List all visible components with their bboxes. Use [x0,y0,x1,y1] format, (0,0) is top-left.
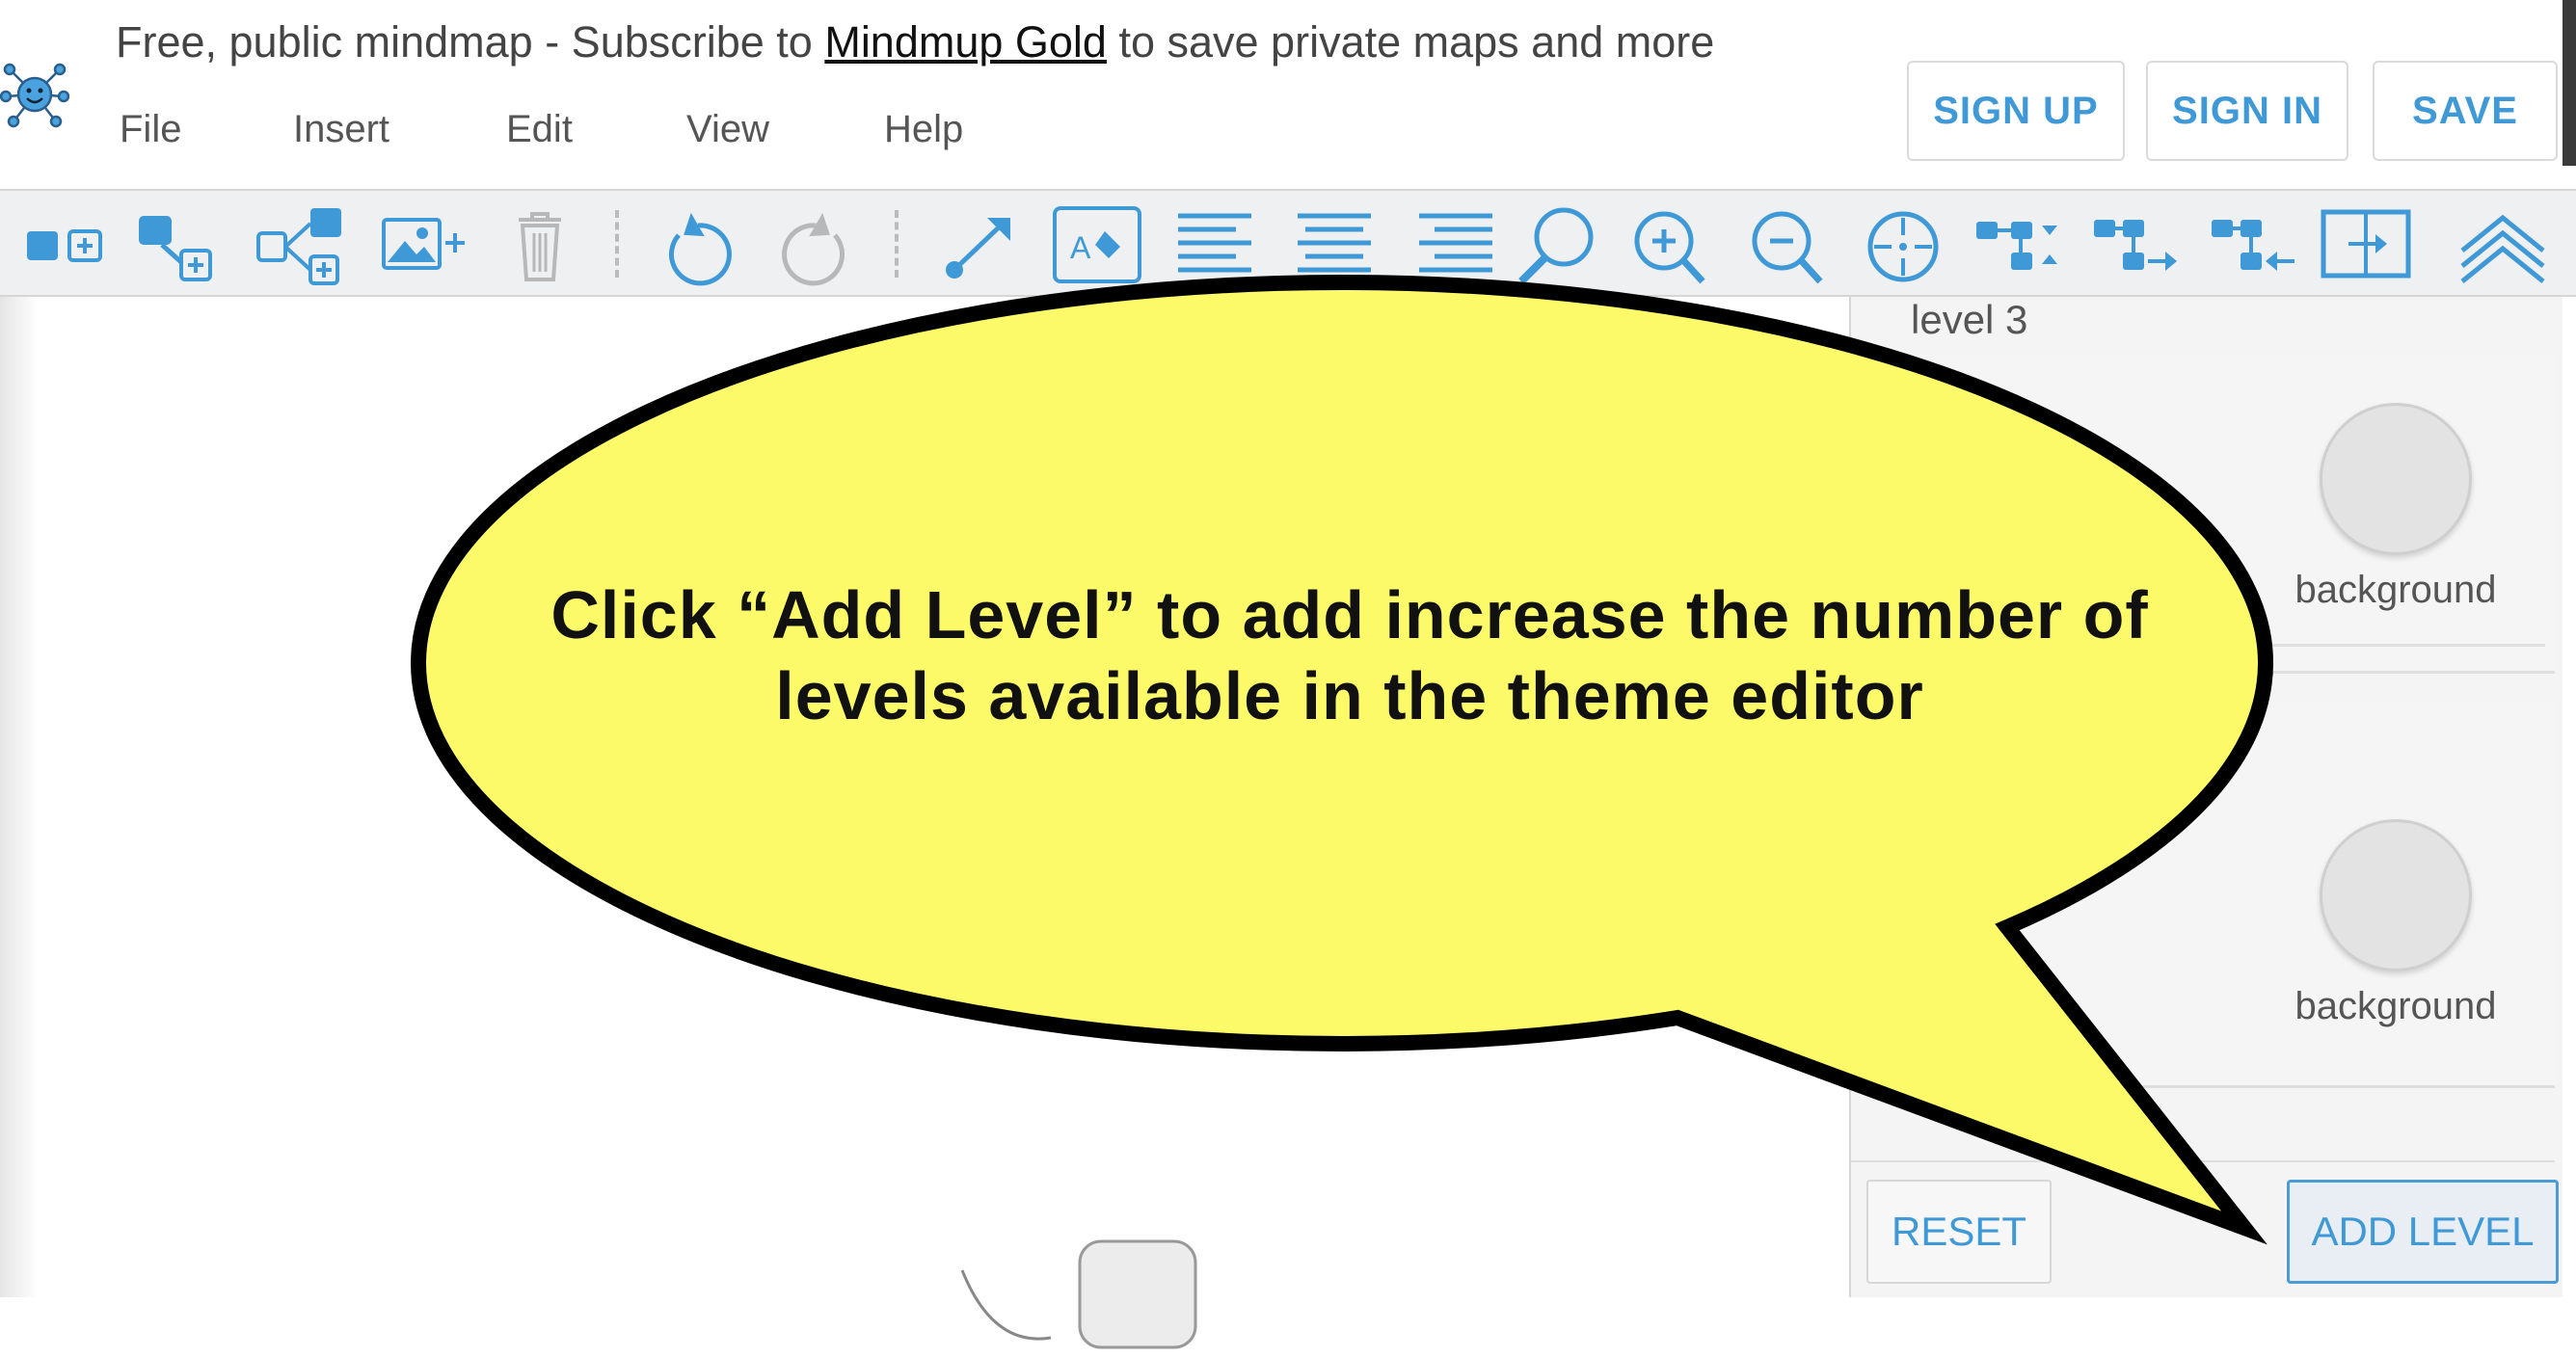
text-style-icon[interactable]: A [1051,202,1143,287]
add-subtree-icon[interactable] [253,202,345,287]
zoom-out-icon[interactable] [1741,202,1834,287]
add-link-icon[interactable] [933,202,1026,287]
toolbar-separator [895,210,899,278]
zoom-search-icon[interactable] [1512,202,1604,287]
background-color-swatch[interactable] [2320,819,2472,971]
layout-left-icon[interactable] [2208,202,2300,287]
background-color-swatch[interactable] [2320,403,2472,555]
align-center-icon[interactable] [1288,202,1381,287]
reset-button[interactable]: RESET [1866,1180,2052,1284]
window-edge [2563,0,2576,166]
insert-image-icon[interactable] [378,202,470,287]
fit-frame-icon[interactable] [2320,202,2412,287]
layout-top-down-icon[interactable] [1972,202,2065,287]
sign-in-button[interactable]: SIGN IN [2146,61,2348,161]
callout-line-1: Click “Add Level” to add increase the nu… [550,577,2149,652]
level-label: level 3 [1911,297,2028,342]
menu-insert[interactable]: Insert [293,108,389,151]
toolbar: A [0,189,2576,297]
mindmup-logo-icon[interactable] [0,60,70,129]
layout-right-icon[interactable] [2090,202,2183,287]
callout-line-2: levels available in the theme editor [775,658,1924,733]
menu-file[interactable]: File [120,108,181,151]
align-left-icon[interactable] [1170,202,1263,287]
menu-view[interactable]: View [686,108,769,151]
menu-help[interactable]: Help [884,108,963,151]
panel-divider [1851,1160,2555,1162]
notice-suffix: to save private maps and more [1106,17,1715,67]
mindmap-node-fragments [960,1239,1197,1349]
svg-text:A: A [1070,230,1091,265]
theme-editor-panel: level 3 background background RESET ADD … [1849,297,2563,1297]
center-map-icon[interactable] [1857,202,1949,287]
mindmap-canvas[interactable] [0,297,1851,1349]
sign-up-button[interactable]: SIGN UP [1907,61,2125,161]
add-sibling-node-icon[interactable] [133,202,226,287]
redo-icon[interactable] [769,202,862,287]
save-button[interactable]: SAVE [2373,61,2558,161]
toolbar-separator [615,210,619,278]
undo-icon[interactable] [652,202,744,287]
callout-text: Click “Add Level” to add increase the nu… [501,574,2198,736]
menu-edit[interactable]: Edit [506,108,573,151]
add-child-node-icon[interactable] [19,202,112,287]
subscription-notice: Free, public mindmap - Subscribe to Mind… [116,17,1714,67]
collapse-toolbar-icon[interactable] [2456,202,2549,287]
align-right-icon[interactable] [1408,202,1500,287]
background-swatch-label: background [2294,569,2497,611]
mindmup-gold-link[interactable]: Mindmup Gold [824,17,1107,67]
background-swatch-label: background [2294,985,2497,1027]
canvas-edge-shadow [0,297,39,1297]
notice-prefix: Free, public mindmap - Subscribe to [116,17,825,67]
app-header: Free, public mindmap - Subscribe to Mind… [0,0,2576,189]
zoom-in-icon[interactable] [1623,202,1716,287]
delete-icon[interactable] [494,202,586,287]
add-level-button[interactable]: ADD LEVEL [2287,1180,2559,1284]
